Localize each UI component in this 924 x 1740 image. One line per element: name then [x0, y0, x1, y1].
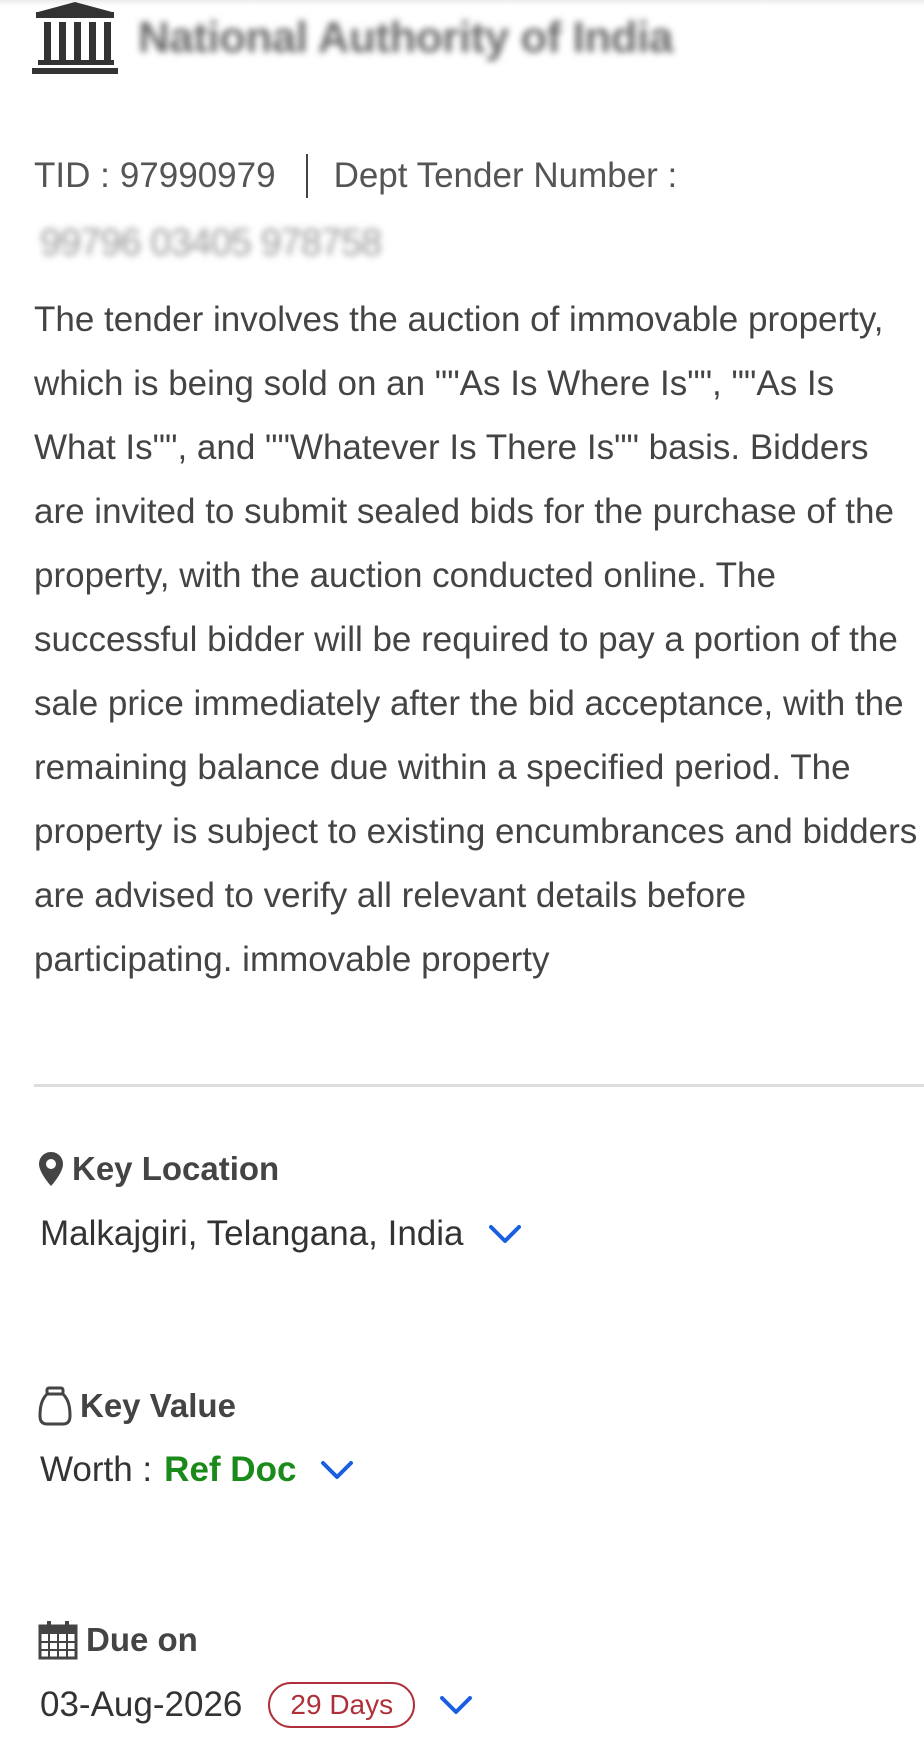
key-location-row: Malkajgiri, Telangana, India — [40, 1214, 522, 1254]
key-location-value: Malkajgiri, Telangana, India — [40, 1214, 464, 1253]
key-value-label: Key Value — [80, 1387, 236, 1424]
organization-name: National Authority of India — [138, 13, 673, 62]
due-date-value: 03-Aug-2026 — [40, 1685, 243, 1724]
dept-tender-label: Dept Tender Number : — [333, 156, 678, 195]
due-date-row: 03-Aug-2026 29 Days — [40, 1682, 473, 1728]
worth-ref-doc[interactable]: Ref Doc — [164, 1450, 296, 1490]
tender-id-row: TID : 97990979 Dept Tender Number : — [34, 154, 677, 198]
chevron-down-icon[interactable] — [439, 1695, 473, 1715]
days-left-badge: 29 Days — [268, 1682, 416, 1728]
tid-separator — [305, 154, 308, 198]
tid-label: TID : — [34, 156, 110, 195]
money-bag-icon — [38, 1386, 72, 1426]
organization-header: National Authority of India — [32, 0, 912, 76]
dept-tender-number: 99796 03405 978758 — [40, 222, 382, 264]
key-location-heading: Key Location — [38, 1150, 279, 1188]
due-on-heading: Due on — [38, 1620, 198, 1660]
chevron-down-icon[interactable] — [488, 1224, 522, 1244]
key-value-row: Worth : Ref Doc — [40, 1450, 354, 1490]
key-location-label: Key Location — [72, 1150, 280, 1187]
worth-label: Worth : — [40, 1450, 153, 1489]
key-value-heading: Key Value — [38, 1386, 236, 1426]
tender-description: The tender involves the auction of immov… — [34, 300, 918, 979]
tid-value: 97990979 — [119, 156, 276, 195]
calendar-icon — [38, 1621, 78, 1660]
map-pin-icon — [39, 1152, 63, 1186]
bank-building-icon — [32, 2, 118, 74]
chevron-down-icon[interactable] — [320, 1460, 354, 1480]
section-divider — [34, 1084, 924, 1087]
due-on-label: Due on — [86, 1621, 198, 1658]
